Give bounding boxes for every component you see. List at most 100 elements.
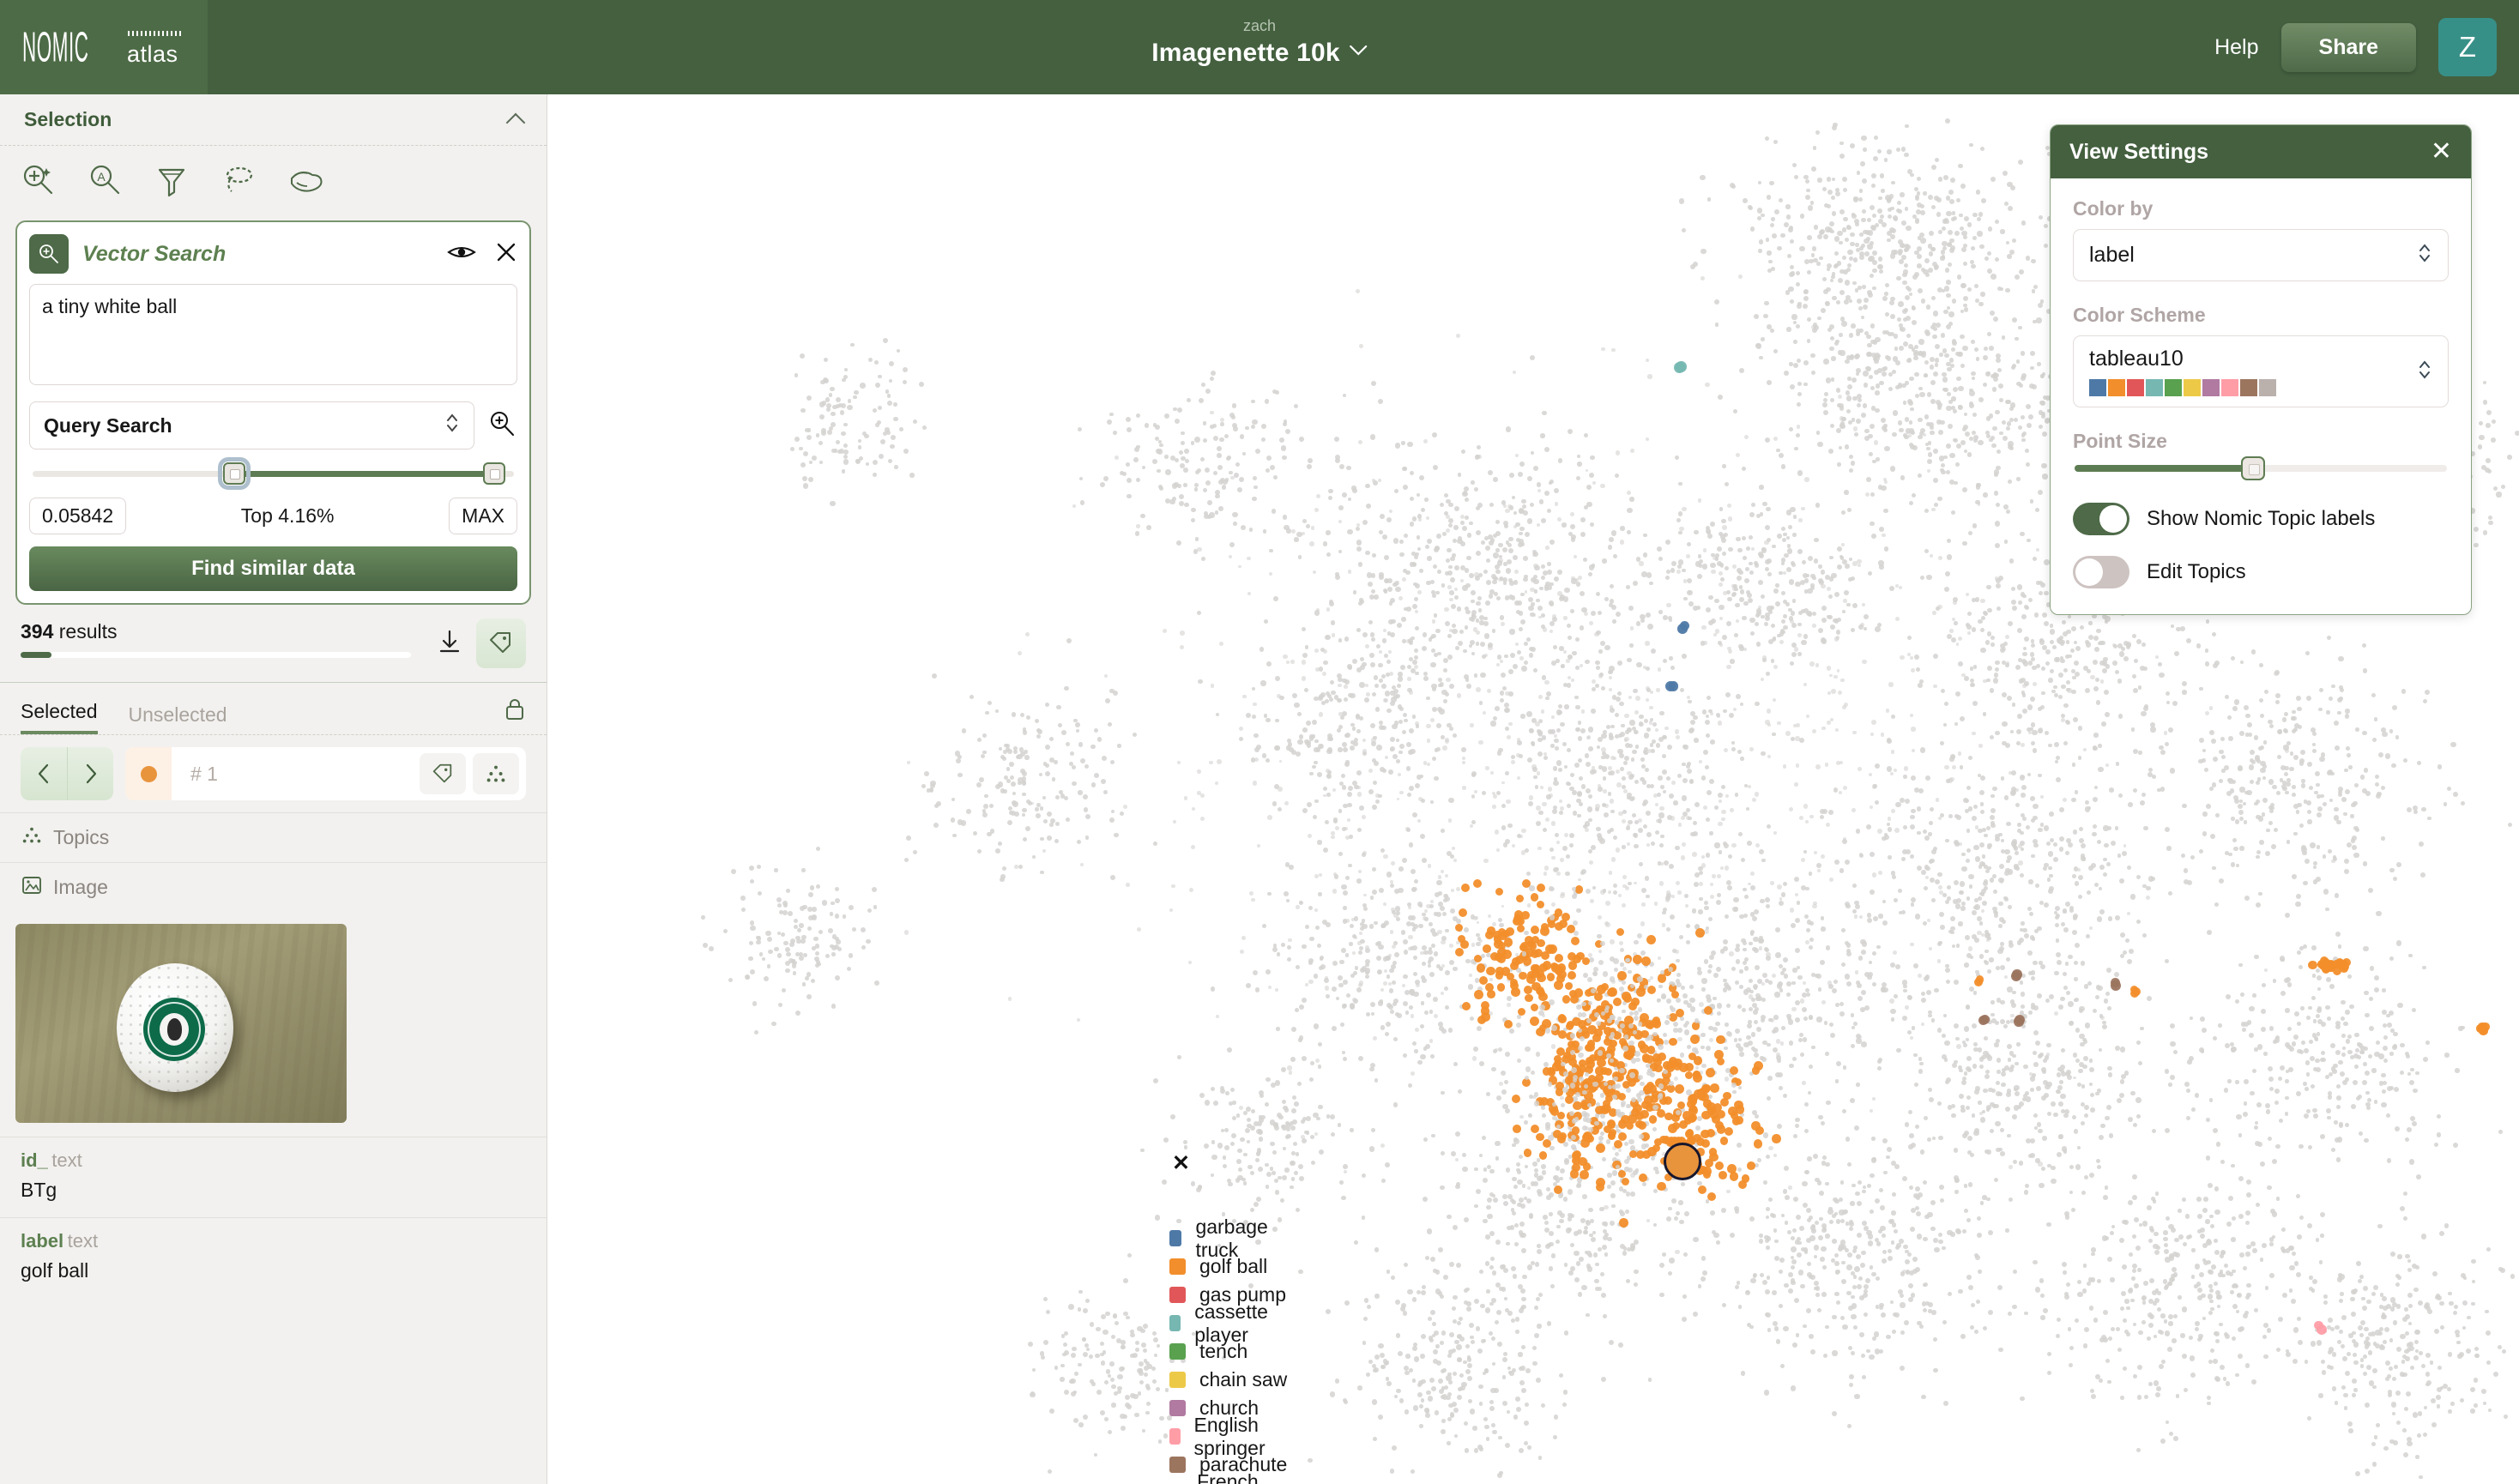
scatter-point[interactable] xyxy=(1914,371,1919,377)
scatter-point[interactable] xyxy=(1544,447,1550,453)
scatter-point[interactable] xyxy=(1773,1015,1779,1020)
scatter-point[interactable] xyxy=(2062,971,2067,976)
scatter-point[interactable] xyxy=(1862,304,1868,310)
scatter-point[interactable] xyxy=(1772,232,1778,238)
scatter-point[interactable] xyxy=(1398,744,1405,750)
scatter-point[interactable] xyxy=(2202,831,2208,836)
scatter-point[interactable] xyxy=(1620,767,1624,772)
scatter-point[interactable] xyxy=(2054,923,2059,928)
scatter-point[interactable] xyxy=(1677,1028,1682,1033)
scatter-point[interactable] xyxy=(1856,1038,1862,1044)
scatter-point[interactable] xyxy=(1297,555,1302,559)
scatter-point[interactable] xyxy=(2312,879,2318,884)
scatter-point[interactable] xyxy=(1254,987,1260,992)
scatter-point[interactable] xyxy=(1495,519,1501,524)
scatter-point[interactable] xyxy=(1969,402,1975,408)
scatter-point[interactable] xyxy=(1944,701,1949,706)
scatter-point[interactable] xyxy=(1928,251,1934,256)
scatter-point[interactable] xyxy=(2045,998,2050,1004)
scatter-point[interactable] xyxy=(2002,419,2007,425)
scatter-point[interactable] xyxy=(1861,941,1867,947)
scatter-point[interactable] xyxy=(2345,1123,2349,1127)
scatter-point[interactable] xyxy=(1675,958,1680,963)
scatter-point[interactable] xyxy=(1345,760,1350,764)
scatter-point[interactable] xyxy=(1915,667,1920,672)
scatter-point[interactable] xyxy=(1644,733,1650,739)
scatter-point[interactable] xyxy=(1646,612,1652,618)
scatter-point[interactable] xyxy=(1642,552,1648,558)
scatter-point[interactable] xyxy=(1338,974,1344,980)
scatter-point[interactable] xyxy=(1642,799,1648,805)
scatter-point[interactable] xyxy=(1974,938,1979,943)
scatter-point[interactable] xyxy=(2202,748,2207,753)
scatter-point[interactable] xyxy=(1727,854,1733,859)
scatter-point[interactable] xyxy=(2299,823,2305,828)
scatter-point[interactable] xyxy=(1735,959,1741,965)
scatter-point[interactable] xyxy=(1328,488,1333,494)
scatter-point[interactable] xyxy=(2075,672,2081,678)
scatter-point[interactable] xyxy=(2048,851,2054,857)
scatter-point[interactable] xyxy=(1949,198,1955,204)
scatter-point[interactable] xyxy=(1359,657,1364,662)
scatter-point[interactable] xyxy=(1433,464,1438,470)
scatter-point[interactable] xyxy=(1934,988,1939,993)
scatter-point[interactable] xyxy=(2050,639,2055,644)
scatter-point[interactable] xyxy=(2063,1113,2069,1118)
scatter-point[interactable] xyxy=(2107,826,2112,831)
scatter-point[interactable] xyxy=(2134,658,2138,663)
scatter-point[interactable] xyxy=(1294,403,1299,408)
scatter-point[interactable] xyxy=(1882,899,1887,904)
scatter-point[interactable] xyxy=(1476,600,1481,606)
scatter-point[interactable] xyxy=(1701,987,1706,992)
scatter-point[interactable] xyxy=(2359,775,2365,780)
scatter-point[interactable] xyxy=(1700,775,1707,781)
scatter-point[interactable] xyxy=(1814,974,1819,979)
scatter-point[interactable] xyxy=(1368,653,1374,658)
scatter-point[interactable] xyxy=(2317,805,2323,811)
scatter-point[interactable] xyxy=(2323,889,2329,895)
scatter-point[interactable] xyxy=(1402,857,1408,863)
scatter-point[interactable] xyxy=(1537,605,1543,611)
scatter-point[interactable] xyxy=(2027,970,2033,975)
scatter-point[interactable] xyxy=(1845,408,1851,414)
scatter-point[interactable] xyxy=(1435,891,1441,897)
scatter-point[interactable] xyxy=(1113,690,1119,696)
scatter-point[interactable] xyxy=(2249,779,2254,785)
scatter-point[interactable] xyxy=(1867,571,1872,576)
scatter-point[interactable] xyxy=(2091,862,2097,868)
scatter-point[interactable] xyxy=(2074,790,2079,794)
scatter-point[interactable] xyxy=(1504,771,1509,776)
scatter-point[interactable] xyxy=(1874,135,1879,140)
scatter-point[interactable] xyxy=(1286,956,1291,962)
scatter-point[interactable] xyxy=(1978,396,1984,402)
scatter-point[interactable] xyxy=(1803,382,1808,387)
scatter-point[interactable] xyxy=(1796,901,1801,905)
scatter-point[interactable] xyxy=(2242,801,2247,806)
scatter-point[interactable] xyxy=(1406,792,1411,797)
scatter-point[interactable] xyxy=(1754,314,1759,320)
scatter-point[interactable] xyxy=(1487,469,1493,475)
scatter-point[interactable] xyxy=(2075,1164,2081,1170)
scatter-point[interactable] xyxy=(1793,340,1797,344)
scatter-point[interactable] xyxy=(2135,874,2141,880)
scatter-point[interactable] xyxy=(1065,742,1070,747)
scatter-point[interactable] xyxy=(1496,751,1502,756)
scatter-point[interactable] xyxy=(2083,1056,2089,1061)
scatter-point[interactable] xyxy=(1359,600,1364,604)
scatter-point[interactable] xyxy=(1770,623,1776,629)
scatter-point[interactable] xyxy=(1689,997,1695,1003)
scatter-point[interactable] xyxy=(1992,425,1998,431)
scatter-point[interactable] xyxy=(1829,335,1834,341)
scatter-point[interactable] xyxy=(1670,560,1676,566)
scatter-point[interactable] xyxy=(2338,656,2344,662)
scatter-point[interactable] xyxy=(2117,853,2122,858)
scatter-point[interactable] xyxy=(1099,481,1105,487)
scatter-point[interactable] xyxy=(2243,1101,2248,1106)
scatter-point[interactable] xyxy=(1686,940,1691,945)
scatter-point[interactable] xyxy=(1853,218,1859,224)
scatter-point[interactable] xyxy=(1980,809,1985,815)
scatter-point[interactable] xyxy=(1453,525,1459,530)
scatter-point[interactable] xyxy=(1780,464,1785,469)
scatter-point[interactable] xyxy=(1789,384,1795,390)
scatter-point[interactable] xyxy=(1971,627,1977,632)
